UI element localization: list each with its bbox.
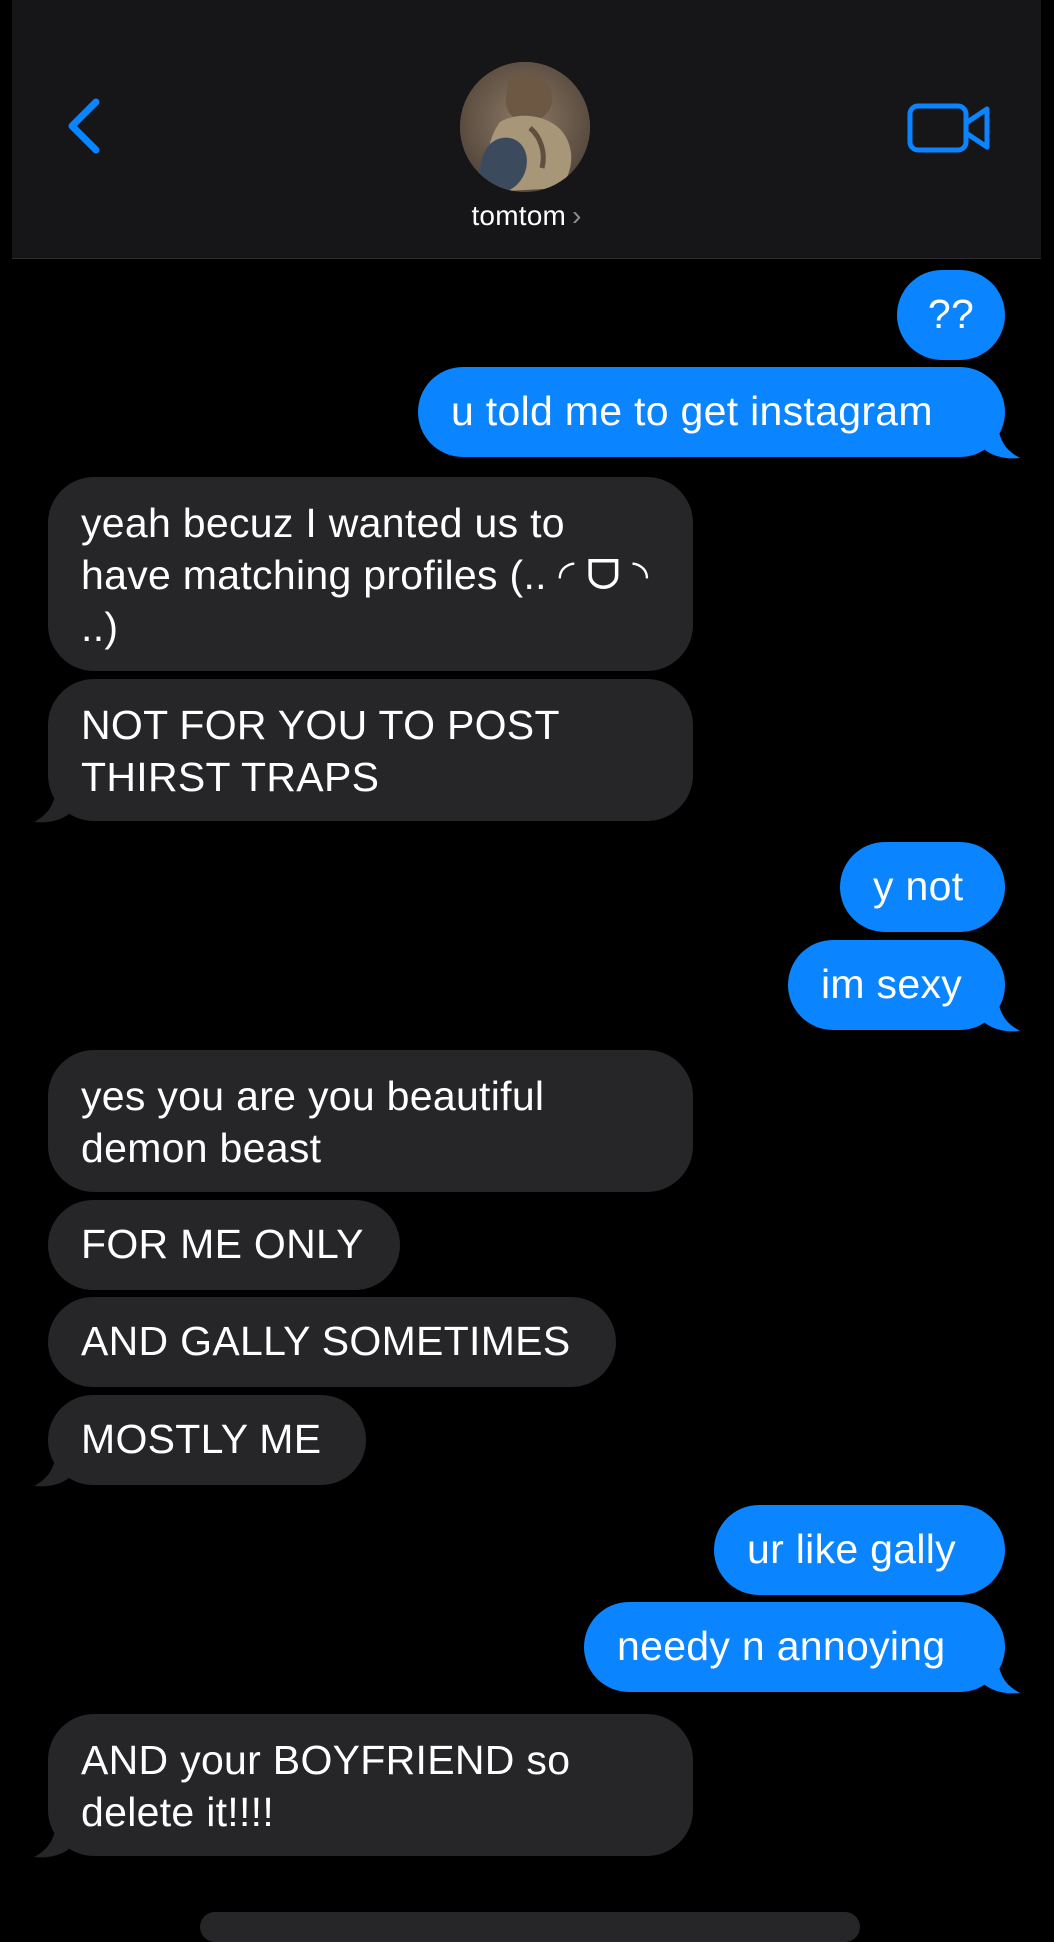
bubble-tail [34, 1819, 79, 1858]
next-message-bubble-partial [200, 1912, 860, 1942]
bubble-tail [34, 784, 79, 823]
video-call-button[interactable] [905, 96, 995, 160]
avatar-photo [460, 62, 590, 192]
message-bubble-incoming[interactable]: FOR ME ONLY [48, 1200, 400, 1290]
chevron-left-icon [68, 98, 100, 154]
message-bubble-incoming[interactable]: AND GALLY SOMETIMES [48, 1297, 616, 1387]
video-camera-icon [907, 103, 990, 153]
contact-name: tomtom [471, 200, 567, 231]
message-bubble-outgoing[interactable]: im sexy [788, 940, 1005, 1030]
contact-avatar[interactable] [460, 62, 590, 192]
contact-name-button[interactable]: tomtom › [12, 200, 1041, 232]
message-bubble-outgoing[interactable]: needy n annoying [584, 1602, 1005, 1692]
message-bubble-outgoing[interactable]: ?? [897, 270, 1005, 360]
message-bubble-outgoing[interactable]: u told me to get instagram [418, 367, 1005, 457]
chevron-right-icon: › [572, 200, 582, 231]
bubble-tail [975, 993, 1020, 1032]
message-bubble-incoming[interactable]: AND your BOYFRIEND so delete it!!!! [48, 1714, 693, 1856]
message-bubble-incoming[interactable]: MOSTLY ME [48, 1395, 366, 1485]
conversation-header: tomtom › [12, 0, 1041, 259]
message-bubble-incoming[interactable]: NOT FOR YOU TO POST THIRST TRAPS [48, 679, 693, 821]
message-bubble-outgoing[interactable]: ur like gally [714, 1505, 1005, 1595]
bubble-tail [34, 1448, 79, 1487]
message-bubble-outgoing[interactable]: y not [840, 842, 1005, 932]
back-button[interactable] [52, 90, 112, 160]
message-bubble-incoming[interactable]: yes you are you beautiful demon beast [48, 1050, 693, 1192]
bubble-tail [975, 1655, 1020, 1694]
message-bubble-incoming[interactable]: yeah becuz I wanted us to have matching … [48, 477, 693, 671]
bubble-tail [975, 420, 1020, 459]
